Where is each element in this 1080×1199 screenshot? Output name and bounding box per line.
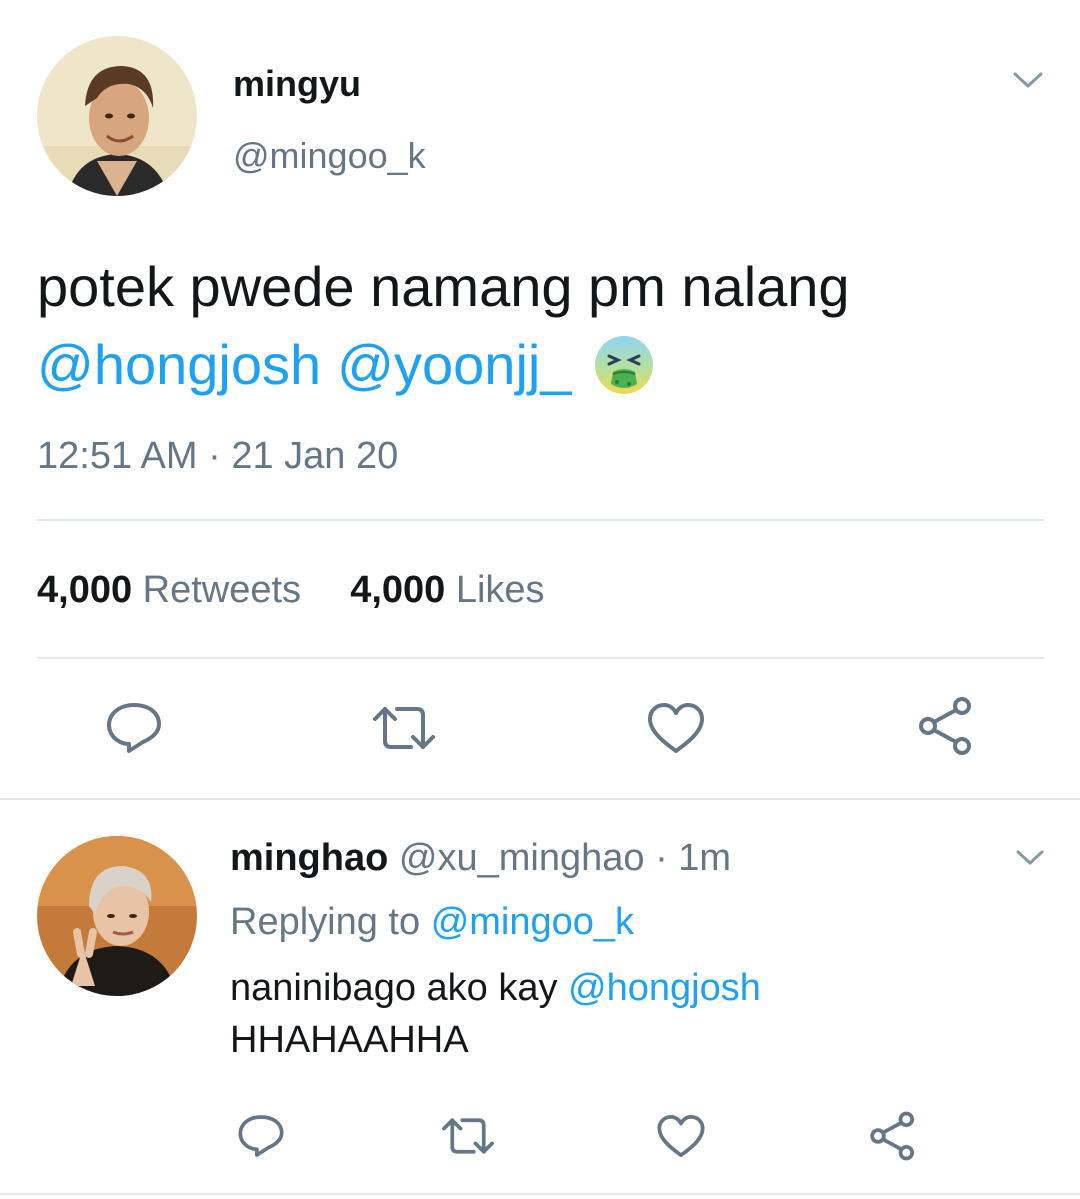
reply-text-line2: HHAHAAHHA	[230, 1019, 469, 1061]
chevron-down-icon[interactable]	[1008, 62, 1048, 98]
reply-icon[interactable]	[102, 698, 166, 758]
reply-handle[interactable]: @xu_minghao	[399, 837, 645, 879]
bottom-divider	[0, 1193, 1080, 1195]
likes-stat[interactable]: 4,000 Likes	[350, 569, 544, 611]
author-handle[interactable]: @mingoo_k	[233, 134, 426, 178]
divider	[37, 657, 1044, 659]
reply-text-start: naninibago ako kay	[230, 967, 558, 1009]
retweet-icon[interactable]	[368, 700, 440, 756]
mention-link[interactable]: @hongjosh	[37, 326, 321, 404]
reply-author-avatar[interactable]	[37, 836, 197, 996]
reply-icon[interactable]	[234, 1110, 288, 1162]
reply-time[interactable]: · 1m	[655, 837, 731, 879]
retweets-count: 4,000	[37, 569, 133, 611]
retweets-label: Retweets	[142, 569, 302, 611]
replying-to-link[interactable]: @mingoo_k	[431, 901, 634, 943]
replying-to-label: Replying to	[230, 901, 421, 943]
replying-to: Replying to @mingoo_k	[230, 898, 634, 946]
tweet-timestamp[interactable]: 12:51 AM · 21 Jan 20	[37, 432, 398, 480]
reply-display-name[interactable]: minghao	[230, 837, 388, 879]
retweet-icon[interactable]	[438, 1112, 498, 1160]
like-heart-icon[interactable]	[654, 1110, 708, 1162]
section-divider	[0, 798, 1080, 800]
mention-link[interactable]: @yoonjj_	[337, 326, 571, 404]
share-icon[interactable]	[914, 694, 978, 758]
divider	[37, 519, 1044, 521]
likes-count: 4,000	[350, 569, 446, 611]
chevron-down-icon[interactable]	[1010, 842, 1050, 874]
share-icon[interactable]	[866, 1108, 920, 1164]
author-avatar[interactable]	[37, 36, 197, 196]
reply-header: minghao @xu_minghao · 1m	[230, 834, 731, 882]
reply-text: naninibago ako kay @hongjosh HHAHAAHHA	[230, 962, 761, 1066]
likes-label: Likes	[455, 569, 545, 611]
retweets-stat[interactable]: 4,000 Retweets	[37, 569, 312, 611]
like-heart-icon[interactable]	[644, 698, 708, 758]
tweet-text: potek pwede namang pm nalang @hongjosh @…	[37, 248, 1047, 404]
tweet-text-line1: potek pwede namang pm nalang	[37, 255, 850, 318]
author-display-name[interactable]: mingyu	[233, 62, 361, 106]
nauseated-face-emoji	[593, 334, 655, 396]
mention-link[interactable]: @hongjosh	[568, 967, 761, 1009]
tweet-stats: 4,000 Retweets 4,000 Likes	[37, 566, 545, 614]
